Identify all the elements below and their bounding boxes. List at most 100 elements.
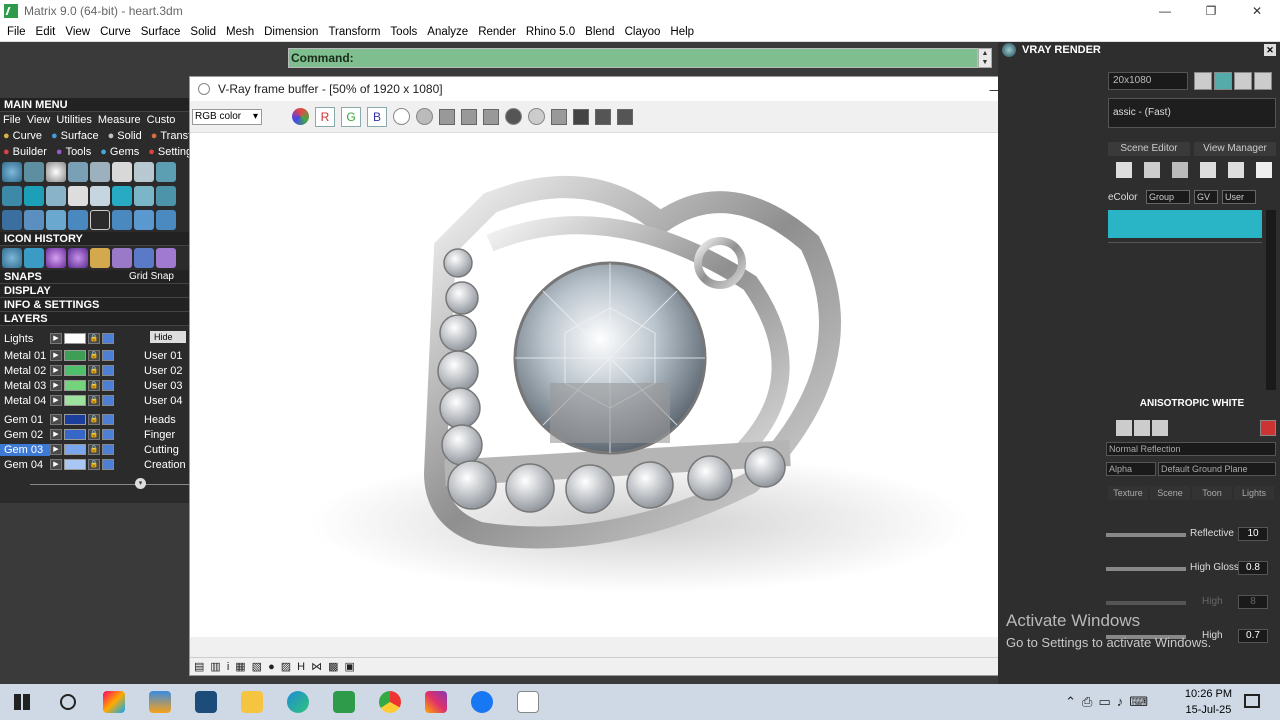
edge-icon[interactable]	[280, 684, 316, 720]
transform-item[interactable]: ●Transfor	[148, 130, 190, 142]
globe-icon[interactable]	[2, 248, 22, 268]
layer-row[interactable]: Lights ▶ 🔒	[0, 331, 190, 346]
layer-row[interactable]: Metal 01 ▶ 🔒 User 01	[0, 348, 190, 363]
globe-icon[interactable]	[2, 162, 22, 182]
tool-icon[interactable]	[112, 210, 132, 230]
clear-icon[interactable]	[505, 108, 522, 125]
left-menu-utilities[interactable]: Utilities	[53, 114, 94, 126]
sun-icon[interactable]	[46, 162, 66, 182]
menu-curve[interactable]: Curve	[95, 26, 136, 38]
close-icon[interactable]: ✕	[1264, 44, 1276, 56]
expand-icon[interactable]: ▶	[50, 395, 62, 406]
matrix-badge-icon[interactable]	[142, 684, 178, 720]
tool-icon[interactable]	[68, 186, 88, 206]
layer-color-swatch[interactable]	[64, 395, 86, 406]
expand-icon[interactable]: ▶	[50, 350, 62, 361]
layer-color-swatch[interactable]	[64, 429, 86, 440]
levels-icon[interactable]: ▦	[235, 660, 245, 673]
expand-icon[interactable]: ▶	[50, 414, 62, 425]
builder-item[interactable]: ● Builder	[0, 146, 53, 158]
notification-icon[interactable]	[1244, 694, 1260, 708]
tool-icon[interactable]	[156, 186, 176, 206]
display-header[interactable]: DISPLAY	[0, 284, 190, 298]
chevron-down-icon[interactable]: ▾	[135, 478, 146, 489]
grid-icon[interactable]	[1254, 72, 1272, 90]
layer-row[interactable]: Metal 02 ▶ 🔒 User 02	[0, 363, 190, 378]
expand-icon[interactable]: ▶	[50, 444, 62, 455]
left-menu-measure[interactable]: Measure	[95, 114, 144, 126]
lut-icon[interactable]: ▣	[345, 660, 355, 673]
left-menu-custom[interactable]: Custo	[144, 114, 179, 126]
quality-preset-select[interactable]: assic - (Fast)	[1108, 98, 1276, 128]
alpha-select[interactable]: Alpha	[1106, 462, 1156, 476]
visibility-icon[interactable]	[102, 380, 114, 391]
high-value-1[interactable]: 8	[1238, 595, 1268, 609]
layer-color-swatch[interactable]	[64, 459, 86, 470]
tool-icon[interactable]	[156, 162, 176, 182]
folder-icon[interactable]	[483, 108, 499, 125]
reflective-value[interactable]: 10	[1238, 527, 1268, 541]
tool-icon[interactable]	[134, 186, 154, 206]
layer-color-swatch[interactable]	[64, 333, 86, 344]
tool-icon[interactable]	[156, 248, 176, 268]
layer-right-label[interactable]: Creation	[144, 459, 186, 471]
search-icon[interactable]	[50, 684, 86, 720]
tool-icon[interactable]	[46, 210, 66, 230]
material-icon[interactable]	[1116, 162, 1132, 178]
layer-right-label[interactable]: Finger	[144, 429, 175, 441]
material-list-selected-item[interactable]	[1108, 210, 1262, 238]
material-icon[interactable]	[1200, 162, 1216, 178]
tool-icon[interactable]	[134, 248, 154, 268]
lock-icon[interactable]: 🔒	[88, 429, 100, 440]
visibility-icon[interactable]	[102, 333, 114, 344]
main-menu-header[interactable]: MAIN MENU	[0, 98, 190, 112]
lock-icon[interactable]: 🔒	[88, 333, 100, 344]
tool-icon[interactable]	[24, 248, 44, 268]
visibility-icon[interactable]	[102, 444, 114, 455]
copilot-icon[interactable]	[96, 684, 132, 720]
layer-color-swatch[interactable]	[64, 380, 86, 391]
gv-select[interactable]: GV	[1194, 190, 1218, 204]
light-bulb-icon[interactable]	[1256, 162, 1272, 178]
menu-transform[interactable]: Transform	[323, 26, 385, 38]
system-tray-icons[interactable]: ⌃⎙▭♪⌨	[1065, 694, 1154, 710]
srgb-icon[interactable]: ▩	[328, 660, 338, 673]
info-settings-header[interactable]: INFO & SETTINGS	[0, 298, 190, 312]
matrix-app-taskbar-icon[interactable]	[326, 684, 362, 720]
alpha-icon[interactable]	[393, 108, 410, 125]
layer-right-label[interactable]: User 01	[144, 350, 183, 362]
layer-color-swatch[interactable]	[64, 365, 86, 376]
tool-icon[interactable]	[24, 162, 44, 182]
save-all-icon[interactable]	[461, 108, 477, 125]
h-icon[interactable]: H	[297, 661, 305, 673]
render-icon[interactable]	[617, 108, 633, 125]
file-explorer-icon[interactable]	[234, 684, 270, 720]
layer-row[interactable]: Metal 04 ▶ 🔒 User 04	[0, 393, 190, 408]
visibility-icon[interactable]	[102, 414, 114, 425]
matrix-taskbar-icon[interactable]	[188, 684, 224, 720]
lock-icon[interactable]: 🔒	[88, 350, 100, 361]
tool-icon[interactable]	[156, 210, 176, 230]
save-icon[interactable]	[439, 108, 455, 125]
visibility-icon[interactable]	[102, 350, 114, 361]
menu-mesh[interactable]: Mesh	[221, 26, 259, 38]
gloss-slider[interactable]	[1106, 567, 1186, 571]
material-list-scrollbar[interactable]	[1266, 210, 1276, 390]
gems-item[interactable]: ● Gems	[97, 146, 145, 158]
command-bar[interactable]: Command:	[288, 48, 978, 68]
layer-row[interactable]: Gem 03 ▶ 🔒 Cutting	[0, 442, 190, 457]
tools-item[interactable]: ● Tools	[53, 146, 97, 158]
visibility-icon[interactable]	[102, 395, 114, 406]
lock-icon[interactable]: 🔒	[88, 414, 100, 425]
curve-item[interactable]: ● Curve	[0, 130, 48, 142]
expand-icon[interactable]: ▶	[50, 365, 62, 376]
red-channel-button[interactable]: R	[315, 106, 335, 127]
setting-item[interactable]: ● Setting	[145, 146, 190, 158]
material-icon[interactable]	[1228, 162, 1244, 178]
layers-header[interactable]: LAYERS	[0, 312, 190, 326]
resolution-select[interactable]: 20x1080	[1108, 72, 1188, 90]
tool-icon[interactable]	[90, 162, 110, 182]
refresh-icon[interactable]	[1260, 420, 1276, 436]
exposure-icon[interactable]: ●	[268, 661, 275, 673]
layer-color-swatch[interactable]	[64, 350, 86, 361]
